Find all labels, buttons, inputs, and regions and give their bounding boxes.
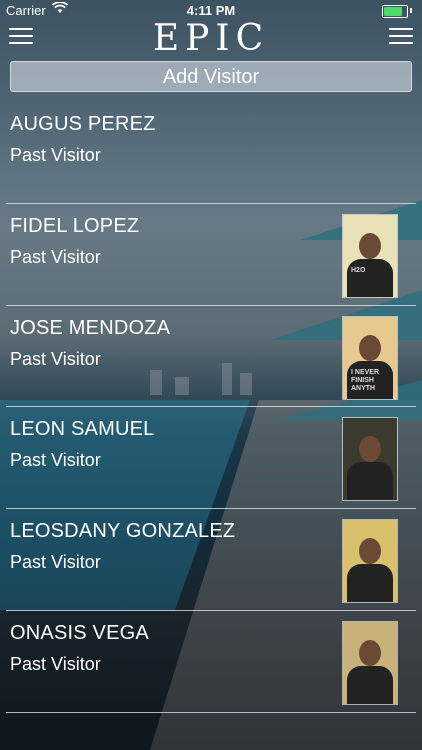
visitor-photo[interactable]	[342, 519, 398, 604]
photo-shirt-text: I NEVER FINISH ANYTH	[351, 368, 380, 392]
photo-person-head	[359, 639, 381, 666]
photo-person-body	[347, 564, 393, 603]
visitor-row[interactable]: FIDEL LOPEZ Past Visitor H2O	[0, 204, 422, 306]
status-time: 4:11 PM	[186, 3, 236, 18]
battery-icon	[382, 5, 408, 18]
visitor-row[interactable]: AUGUS PEREZ Past Visitor	[0, 102, 422, 204]
screen: Carrier 4:11 PM EPIC Add Visitor AUGUS P…	[0, 0, 422, 750]
visitor-list: AUGUS PEREZ Past Visitor FIDEL LOPEZ Past V…	[0, 102, 422, 713]
photo-person-body	[347, 462, 393, 501]
options-menu-icon[interactable]	[389, 26, 413, 46]
photo-person-head	[359, 334, 381, 361]
visitor-row[interactable]: LEON SAMUEL Past Visitor	[0, 407, 422, 510]
visitor-status: Past Visitor	[10, 145, 101, 165]
photo-person-head	[359, 232, 381, 259]
photo-shirt-text: H2O	[351, 266, 366, 274]
visitor-status: Past Visitor	[10, 653, 101, 674]
photo-person-body	[347, 258, 393, 297]
visitor-status: Past Visitor	[10, 450, 101, 471]
visitor-photo[interactable]	[342, 620, 398, 705]
visitor-name: FIDEL LOPEZ	[10, 214, 140, 237]
add-visitor-button[interactable]: Add Visitor	[10, 61, 412, 92]
visitor-photo[interactable]: I NEVER FINISH ANYTH	[342, 315, 398, 400]
visitor-photo[interactable]	[342, 417, 398, 502]
visitor-row[interactable]: JOSE MENDOZA Past Visitor I NEVER FINISH A…	[0, 306, 422, 408]
visitor-status: Past Visitor	[10, 348, 101, 369]
visitor-name: AUGUS PEREZ	[10, 113, 156, 135]
visitor-name: JOSE MENDOZA	[10, 316, 171, 339]
visitor-status: Past Visitor	[10, 246, 101, 267]
photo-person-body	[347, 665, 393, 704]
visitor-row[interactable]: LEOSDANY GONZALEZ Past Visitor	[0, 509, 422, 611]
visitor-name: ONASIS VEGA	[10, 621, 149, 644]
row-divider	[6, 711, 416, 713]
visitor-name: LEOSDANY GONZALEZ	[10, 520, 236, 543]
epic-logo: EPIC	[152, 18, 270, 59]
visitor-name: LEON SAMUEL	[10, 418, 155, 441]
nav-bar: EPIC	[0, 18, 422, 59]
battery-tip	[410, 8, 412, 13]
visitor-status: Past Visitor	[10, 552, 101, 573]
photo-person-head	[359, 538, 381, 565]
visitor-row[interactable]: ONASIS VEGA Past Visitor	[0, 611, 422, 713]
visitor-photo[interactable]: H2O	[342, 213, 398, 298]
battery-level	[384, 7, 402, 16]
